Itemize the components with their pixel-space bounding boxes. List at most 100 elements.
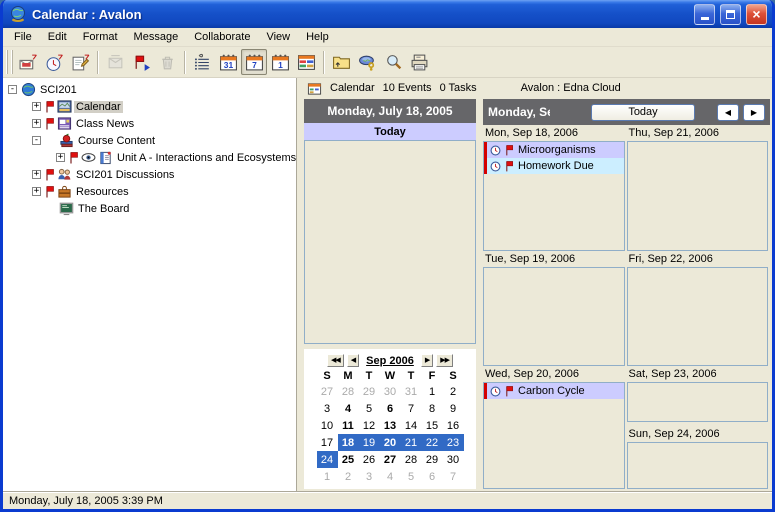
- print-button[interactable]: [406, 49, 432, 75]
- next-week-button[interactable]: ▶: [743, 104, 765, 121]
- day-view-button[interactable]: 1: [267, 49, 293, 75]
- tree-item-course-content[interactable]: -Course Content: [3, 132, 296, 149]
- prev-month-button[interactable]: ◀: [347, 354, 359, 367]
- mini-date-cell[interactable]: 31: [401, 383, 422, 400]
- mini-date-cell[interactable]: 13: [380, 417, 401, 434]
- expand-icon[interactable]: +: [56, 153, 65, 162]
- expand-icon[interactable]: +: [32, 170, 41, 179]
- menu-message[interactable]: Message: [126, 29, 187, 46]
- next-year-button[interactable]: ▶▶: [436, 354, 453, 367]
- close-button[interactable]: ×: [746, 4, 767, 25]
- mini-date-cell[interactable]: 26: [359, 451, 380, 468]
- tree-item-sci201-discussions[interactable]: +SCI201 Discussions: [3, 166, 296, 183]
- day-cell-tue-sep-19-2006[interactable]: [483, 267, 625, 366]
- menu-edit[interactable]: Edit: [40, 29, 75, 46]
- prev-year-button[interactable]: ◀◀: [327, 354, 344, 367]
- mini-date-cell[interactable]: 25: [338, 451, 359, 468]
- expand-icon[interactable]: +: [32, 119, 41, 128]
- mini-date-cell[interactable]: 2: [338, 468, 359, 485]
- new-appointment-button[interactable]: [41, 49, 67, 75]
- mini-date-cell[interactable]: 19: [359, 434, 380, 451]
- mini-date-cell[interactable]: 20: [380, 434, 401, 451]
- mini-date-cell[interactable]: 5: [359, 400, 380, 417]
- minimize-button[interactable]: [694, 4, 715, 25]
- mini-date-cell[interactable]: 16: [443, 417, 464, 434]
- mini-date-cell[interactable]: 9: [443, 400, 464, 417]
- mini-date-cell[interactable]: 22: [422, 434, 443, 451]
- toolbar-grip[interactable]: [11, 50, 13, 74]
- mini-date-cell[interactable]: 30: [380, 383, 401, 400]
- mini-date-cell[interactable]: 4: [338, 400, 359, 417]
- permissions-button[interactable]: [354, 49, 380, 75]
- collapse-icon[interactable]: -: [8, 85, 17, 94]
- mini-date-cell[interactable]: 29: [359, 383, 380, 400]
- previous-week-button[interactable]: ◀: [717, 104, 739, 121]
- mini-date-cell[interactable]: 28: [401, 451, 422, 468]
- mini-date-cell[interactable]: 1: [317, 468, 338, 485]
- mini-date-cell[interactable]: 4: [380, 468, 401, 485]
- tree-item-the-board[interactable]: The Board: [3, 200, 296, 217]
- collapse-icon[interactable]: -: [32, 136, 41, 145]
- toolbar-grip[interactable]: [6, 50, 8, 74]
- mini-date-cell[interactable]: 7: [443, 468, 464, 485]
- new-task-button[interactable]: [67, 49, 93, 75]
- mini-date-cell[interactable]: 17: [317, 434, 338, 451]
- mini-date-cell[interactable]: 10: [317, 417, 338, 434]
- mini-date-cell[interactable]: 28: [338, 383, 359, 400]
- menu-file[interactable]: File: [6, 29, 40, 46]
- mini-date-cell[interactable]: 23: [443, 434, 464, 451]
- mini-date-cell[interactable]: 27: [380, 451, 401, 468]
- list-view-button[interactable]: [189, 49, 215, 75]
- tree-item-unit-a-interactions-and-ecosystems[interactable]: +Unit A - Interactions and Ecosystems: [3, 149, 296, 166]
- next-month-button[interactable]: ▶: [421, 354, 433, 367]
- tree-item-class-news[interactable]: +Class News: [3, 115, 296, 132]
- day-cell-fri-sep-22-2006[interactable]: [627, 267, 769, 366]
- multiweek-view-button[interactable]: [293, 49, 319, 75]
- mini-date-cell[interactable]: 24: [317, 451, 338, 468]
- mini-date-cell[interactable]: 3: [359, 468, 380, 485]
- mini-date-cell[interactable]: 21: [401, 434, 422, 451]
- mini-date-cell[interactable]: 5: [401, 468, 422, 485]
- search-button[interactable]: [380, 49, 406, 75]
- day-cell-sat-sep-23-2006[interactable]: [627, 382, 769, 422]
- event-microorganisms[interactable]: Microorganisms: [484, 142, 624, 158]
- mini-date-cell[interactable]: 29: [422, 451, 443, 468]
- event-carbon-cycle[interactable]: Carbon Cycle: [484, 383, 624, 399]
- menu-collaborate[interactable]: Collaborate: [186, 29, 258, 46]
- mini-date-cell[interactable]: 2: [443, 383, 464, 400]
- folder-up-button[interactable]: [328, 49, 354, 75]
- menu-format[interactable]: Format: [75, 29, 126, 46]
- maximize-button[interactable]: [720, 4, 741, 25]
- tree-item-sci201[interactable]: -SCI201: [3, 81, 296, 98]
- mini-calendar-title[interactable]: Sep 2006: [366, 355, 414, 367]
- week-view-button[interactable]: 7: [241, 49, 267, 75]
- mini-date-cell[interactable]: 18: [338, 434, 359, 451]
- menu-help[interactable]: Help: [298, 29, 337, 46]
- tree-item-calendar[interactable]: +Calendar: [3, 98, 296, 115]
- expand-icon[interactable]: +: [32, 187, 41, 196]
- mini-date-cell[interactable]: 1: [422, 383, 443, 400]
- mini-date-cell[interactable]: 8: [422, 400, 443, 417]
- mini-date-cell[interactable]: 6: [422, 468, 443, 485]
- month-view-button[interactable]: 31: [215, 49, 241, 75]
- day-panel-body[interactable]: [304, 140, 476, 344]
- day-cell-thu-sep-21-2006[interactable]: [627, 141, 769, 251]
- mini-date-cell[interactable]: 27: [317, 383, 338, 400]
- tree-item-resources[interactable]: +Resources: [3, 183, 296, 200]
- mini-date-cell[interactable]: 14: [401, 417, 422, 434]
- event-homework-due[interactable]: Homework Due: [484, 158, 624, 174]
- mini-date-cell[interactable]: 11: [338, 417, 359, 434]
- menu-view[interactable]: View: [258, 29, 298, 46]
- today-button[interactable]: Today: [591, 104, 695, 121]
- day-cell-wed-sep-20-2006[interactable]: Carbon Cycle: [483, 382, 625, 489]
- new-event-button[interactable]: [15, 49, 41, 75]
- flag-item-button[interactable]: [128, 49, 154, 75]
- mini-date-cell[interactable]: 6: [380, 400, 401, 417]
- day-cell-sun-sep-24-2006[interactable]: [627, 442, 769, 489]
- today-banner[interactable]: Today: [304, 123, 476, 140]
- mini-date-cell[interactable]: 12: [359, 417, 380, 434]
- day-cell-mon-sep-18-2006[interactable]: MicroorganismsHomework Due: [483, 141, 625, 251]
- mini-date-cell[interactable]: 3: [317, 400, 338, 417]
- mini-date-cell[interactable]: 15: [422, 417, 443, 434]
- mini-date-cell[interactable]: 30: [443, 451, 464, 468]
